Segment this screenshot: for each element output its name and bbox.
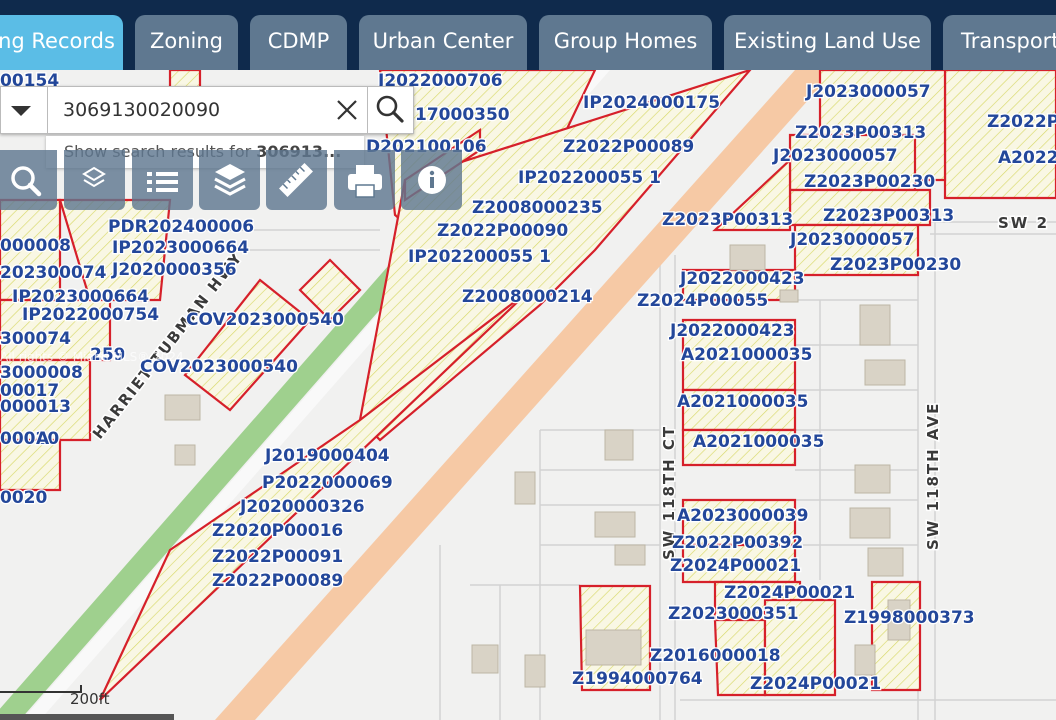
parcel-label: Z2024P00021 <box>724 583 855 603</box>
parcel-label: IP2023000664 <box>112 238 249 258</box>
parcel-label: Z2023P00313 <box>795 123 926 143</box>
parcel-label: Z2024P00055 <box>637 291 768 311</box>
parcel-label: PDR202400006 <box>108 217 254 237</box>
print-tool-button[interactable] <box>334 150 395 210</box>
parcel-label: Z2022P00392 <box>672 533 803 553</box>
top-tab-bar: ng Records Zoning CDMP Urban Center Grou… <box>0 0 1056 70</box>
parcel-label: Z2022P00089 <box>563 137 694 157</box>
tab-zoning[interactable]: Zoning <box>135 15 238 70</box>
tab-transportation[interactable]: Transport <box>943 15 1056 70</box>
parcel-label: A2021000035 <box>681 345 812 365</box>
tab-urban-center[interactable]: Urban Center <box>359 15 527 70</box>
parcel-label: 300074 <box>0 329 71 349</box>
clear-search-button[interactable] <box>327 87 368 133</box>
map-attribution: All rights © Miami MLS® 2024 <box>0 350 184 364</box>
close-icon <box>337 100 357 120</box>
parcel-label: Z2022P00090 <box>437 221 568 241</box>
legend-list-tool-button[interactable] <box>132 150 193 210</box>
info-icon <box>418 166 446 194</box>
parcel-label: IP2022000754 <box>22 305 159 325</box>
parcel-label: IP202200055 1 <box>408 247 551 267</box>
parcel-label: Z2016000018 <box>650 646 781 666</box>
search-dropdown-button[interactable] <box>1 87 48 133</box>
measure-tool-button[interactable] <box>266 150 327 210</box>
tab-zoning-records[interactable]: ng Records <box>0 15 123 70</box>
parcel-label: Z2022P00089 <box>212 571 343 591</box>
parcel-label: 00020 <box>0 429 59 449</box>
parcel-label: Z2020P00016 <box>212 521 343 541</box>
parcel-label: Z2008000214 <box>462 287 593 307</box>
parcel-label: J2019000404 <box>264 446 390 466</box>
parcel-label: IP202200055 1 <box>518 168 661 188</box>
parcel-label: 202300074 <box>0 263 107 283</box>
parcel-label: Z2023P00230 <box>830 255 961 275</box>
parcel-label: J2020000326 <box>239 497 365 517</box>
parcel-label: P2022000069 <box>262 473 393 493</box>
layers-tool-button[interactable] <box>199 150 260 210</box>
parcel-label: J2020000356 <box>111 260 237 280</box>
scale-label: 200ft <box>70 690 110 708</box>
info-tool-button[interactable] <box>401 150 462 210</box>
parcel-label: A <box>36 429 50 449</box>
layer-select-icon <box>82 166 106 188</box>
chevron-down-icon <box>11 106 31 116</box>
print-icon <box>348 165 382 198</box>
magnifier-icon <box>11 166 42 197</box>
parcel-label: Z2008000235 <box>472 198 603 218</box>
list-icon <box>147 172 178 192</box>
parcel-label: IP2024000175 <box>583 93 720 113</box>
parcel-label: A2022 <box>998 148 1056 168</box>
parcel-label: Z2024P00021 <box>670 556 801 576</box>
tab-existing-land-use[interactable]: Existing Land Use <box>724 15 931 70</box>
parcel-label: J2023000057 <box>789 230 915 250</box>
parcel-label: J2023000057 <box>772 146 898 166</box>
bottom-strip <box>0 714 174 720</box>
parcel-label: 0020 <box>0 488 47 508</box>
parcel-label: 17000350 <box>415 105 510 125</box>
parcel-label: Z2023P00313 <box>823 206 954 226</box>
parcel-label: Z2022P00091 <box>212 547 343 567</box>
parcel-label: Z1994000764 <box>572 669 703 689</box>
parcel-label: Z2023P00313 <box>662 210 793 230</box>
parcel-label: 000013 <box>0 397 71 417</box>
parcel-label: Z2023000351 <box>668 604 799 624</box>
parcel-label: Z2023P00230 <box>804 172 935 192</box>
parcel-label: J2023000057 <box>805 82 931 102</box>
parcel-label: Z2022P <box>987 112 1056 132</box>
parcel-label: J2022000423 <box>669 321 795 341</box>
parcel-label: J2022000423 <box>679 269 805 289</box>
search-button[interactable] <box>367 87 413 133</box>
parcel-label: 3000008 <box>0 363 83 383</box>
search-icon <box>376 95 404 123</box>
parcel-label: Z2024P00021 <box>750 674 881 694</box>
zoom-search-tool-button[interactable] <box>0 150 57 210</box>
search-input[interactable] <box>63 87 323 133</box>
parcel-label: A2021000035 <box>677 392 808 412</box>
tab-cdmp[interactable]: CDMP <box>250 15 347 70</box>
parcel-label: COV2023000540 <box>186 310 344 330</box>
parcel-label: A2021000035 <box>693 432 824 452</box>
parcel-label: A2023000039 <box>677 506 808 526</box>
layer-select-tool-button[interactable] <box>64 150 125 210</box>
search-box <box>0 86 414 134</box>
street-label-sw-2: SW 2 <box>998 214 1049 232</box>
parcel-label: 000008 <box>0 236 71 256</box>
street-label-sw-118th-ave: SW 118TH AVE <box>924 402 942 550</box>
parcel-label: IP2023000664 <box>12 287 149 307</box>
parcel-label: Z1998000373 <box>844 608 975 628</box>
ruler-icon <box>279 163 313 197</box>
tab-group-homes[interactable]: Group Homes <box>539 15 712 70</box>
layers-icon <box>214 164 246 196</box>
